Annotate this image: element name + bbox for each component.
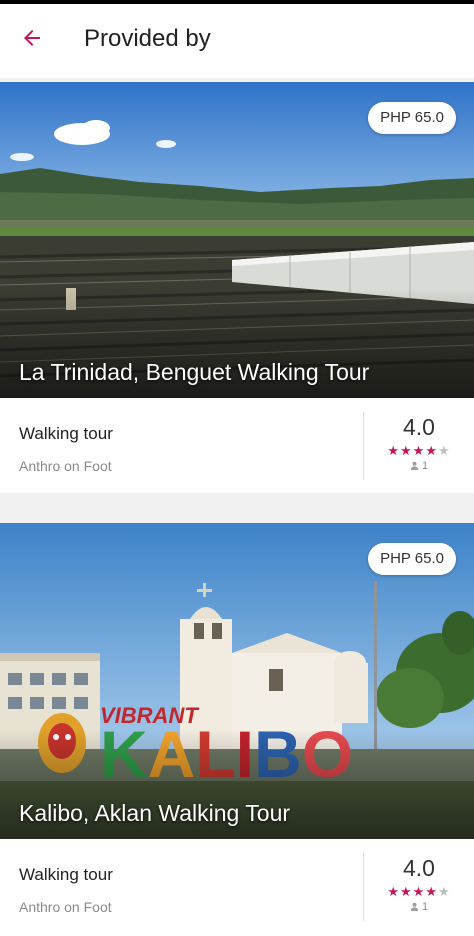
star-icon: ★ <box>412 884 426 899</box>
tour-image: PHP 65.0 La Trinidad, Benguet Walking To… <box>0 82 474 398</box>
rating-value: 4.0 <box>403 855 435 881</box>
rating-count: 1 <box>364 460 474 472</box>
star-icon: ★ <box>437 443 451 458</box>
tour-title: Kalibo, Aklan Walking Tour <box>19 800 291 826</box>
rating-value: 4.0 <box>403 414 435 440</box>
rating-count-value: 1 <box>421 460 429 472</box>
star-icon: ★ <box>400 884 413 899</box>
star-icon: ★ <box>387 884 401 899</box>
star-icon: ★ <box>425 884 438 899</box>
back-button[interactable] <box>14 20 50 56</box>
price-badge: PHP 65.0 <box>368 102 456 134</box>
tour-card[interactable]: VIBRANT KALIBO PHP 65.0 Kalibo, Aklan Wa… <box>0 523 474 936</box>
star-icon: ★ <box>387 443 401 458</box>
provider-name: Anthro on Foot <box>19 899 112 915</box>
tour-title: La Trinidad, Benguet Walking Tour <box>19 359 370 385</box>
star-icon: ★ <box>412 443 426 458</box>
arrow-left-icon <box>24 30 40 46</box>
person-icon <box>410 902 419 911</box>
rating-count: 1 <box>364 901 474 913</box>
tour-info: Walking tour Anthro on Foot 4.0 ★★★★★ 1 <box>0 839 474 934</box>
tour-image: VIBRANT KALIBO PHP 65.0 Kalibo, Aklan Wa… <box>0 523 474 839</box>
provider-name: Anthro on Foot <box>19 458 112 474</box>
app-bar: Provided by <box>0 4 474 78</box>
rating-box: 4.0 ★★★★★ 1 <box>364 855 474 913</box>
rating-count-value: 1 <box>421 901 429 913</box>
star-icon: ★ <box>400 443 413 458</box>
tour-type: Walking tour <box>19 865 113 884</box>
star-icon: ★ <box>425 443 438 458</box>
person-icon <box>410 461 419 470</box>
rating-box: 4.0 ★★★★★ 1 <box>364 414 474 472</box>
tour-info: Walking tour Anthro on Foot 4.0 ★★★★★ 1 <box>0 398 474 493</box>
price-badge: PHP 65.0 <box>368 543 456 575</box>
tour-card[interactable]: PHP 65.0 La Trinidad, Benguet Walking To… <box>0 82 474 493</box>
tour-type: Walking tour <box>19 424 113 443</box>
page-title: Provided by <box>84 25 211 52</box>
star-icon: ★ <box>437 884 451 899</box>
rating-stars: ★★★★★ <box>364 884 474 900</box>
rating-stars: ★★★★★ <box>364 443 474 459</box>
